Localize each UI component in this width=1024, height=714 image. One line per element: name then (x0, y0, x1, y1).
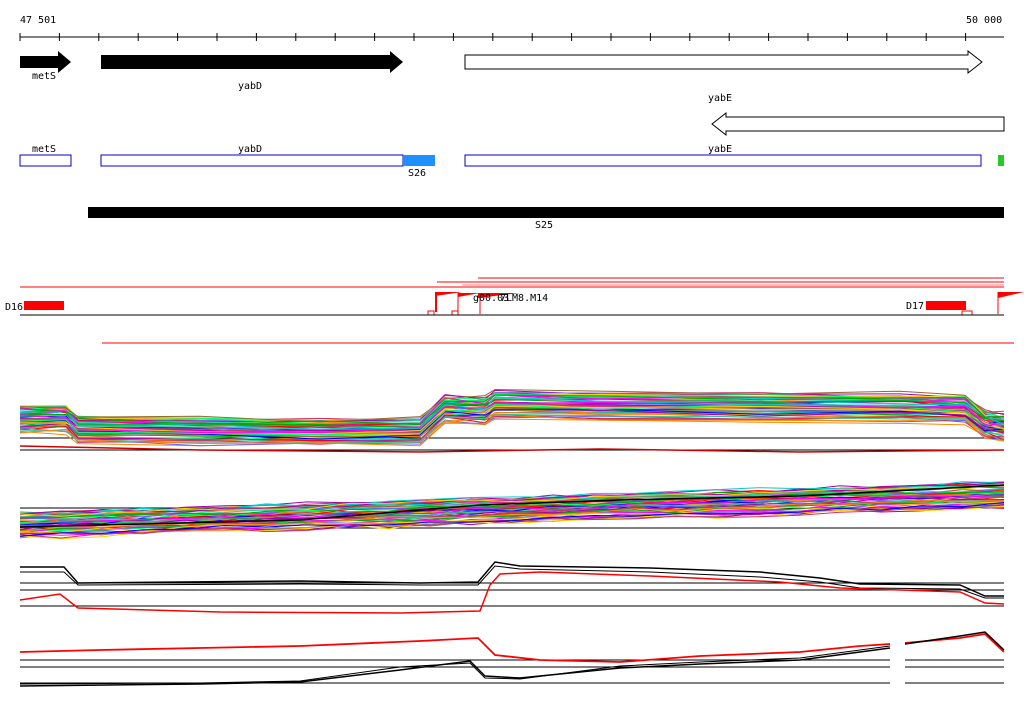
gene-label-yabd: yabD (238, 81, 262, 92)
signal-tracks (19, 388, 1005, 687)
segment-label-s25: S25 (535, 220, 553, 231)
cds-label-s26: S26 (408, 168, 426, 179)
segment-track[interactable]: S25 (88, 207, 1004, 231)
coordinate-ruler: 47 501 50 000 (19, 15, 1004, 41)
feature-label-7lm8: 7LM8.M14 (500, 293, 548, 304)
expression-track-4 (19, 631, 1005, 687)
ruler-end-label: 50 000 (966, 15, 1002, 26)
genome-browser-view: 47 501 50 000 metS yabD yabE metS yabD S… (5, 15, 1024, 687)
feature-label-d16: D16 (5, 302, 23, 313)
cds-label-yabe: yabE (708, 144, 732, 155)
gene-arrow-yabe[interactable] (464, 49, 983, 75)
track-3-black-series-1 (20, 561, 1004, 597)
feature-label-d17: D17 (906, 301, 924, 312)
feature-track[interactable]: D16 g00.03 7LM8.M14 D17 (5, 277, 1024, 344)
expression-track-3 (19, 561, 1005, 614)
feature-flag-1-pole (435, 292, 437, 312)
gene-arrow-minus-strand[interactable] (711, 111, 1005, 137)
segment-s25[interactable] (88, 207, 1004, 218)
cds-box-yabd[interactable] (100, 154, 404, 167)
expression-track-1 (19, 388, 1005, 453)
cds-box-small[interactable] (998, 155, 1004, 166)
gene-track[interactable]: metS yabD yabE (20, 49, 1005, 137)
cds-box-s26[interactable] (403, 155, 435, 166)
gene-arrow-mets[interactable] (20, 51, 71, 73)
track-4-red-series (19, 637, 891, 663)
track-1-red-series (19, 445, 1005, 453)
feature-tick-3 (961, 310, 973, 316)
cds-label-mets: metS (32, 144, 56, 155)
track-3-red-series (19, 571, 1005, 614)
feature-block-d17[interactable] (926, 301, 966, 310)
feature-tick-1 (427, 310, 435, 316)
gene-label-yabe: yabE (708, 93, 732, 104)
ruler-start-label: 47 501 (20, 15, 56, 26)
cds-label-yabd: yabD (238, 144, 262, 155)
feature-flag-4[interactable] (998, 292, 1024, 298)
cds-track[interactable]: metS yabD S26 yabE (19, 144, 1004, 179)
track-4-black-series-2 (19, 645, 891, 685)
cds-box-yabe[interactable] (464, 154, 982, 167)
feature-block-d16[interactable] (24, 301, 64, 310)
feature-tick-2 (451, 310, 459, 316)
gene-label-mets: metS (32, 71, 56, 82)
expression-track-2 (19, 481, 1005, 540)
cds-box-mets[interactable] (19, 154, 72, 167)
gene-arrow-yabd[interactable] (101, 51, 403, 73)
